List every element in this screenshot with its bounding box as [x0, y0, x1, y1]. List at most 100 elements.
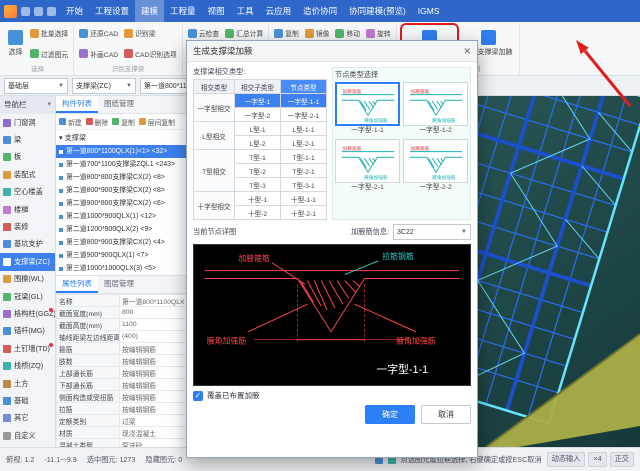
ribbon-button[interactable]: 还原CAD: [77, 23, 120, 44]
sidebar-nav-item[interactable]: 其它: [0, 410, 55, 427]
node-type-thumbnail[interactable]: 加腋箍筋 腋角加强筋 一字型-1-2: [403, 82, 468, 136]
close-icon[interactable]: ✕: [463, 47, 471, 56]
menubar-tab[interactable]: 工程量: [164, 0, 202, 22]
intersection-subtype-cell[interactable]: T型-3: [235, 178, 281, 192]
floor-selector[interactable]: 基础层 ▼: [4, 78, 68, 94]
intersection-subtype-cell[interactable]: L型-1: [235, 122, 281, 136]
intersection-node-cell[interactable]: T型-2-1: [281, 164, 327, 178]
panel-tab[interactable]: 图层管理: [98, 276, 140, 293]
intersection-node-cell[interactable]: L型-2-1: [281, 136, 327, 150]
intersection-subtype-cell[interactable]: 十型-1: [235, 192, 281, 206]
panel-tab[interactable]: 构件列表: [56, 96, 98, 113]
intersection-subtype-cell[interactable]: 一字型-2: [235, 108, 281, 122]
menubar-tab[interactable]: 视图: [202, 0, 231, 22]
property-value[interactable]: 过梁: [120, 415, 187, 427]
intersection-subtype-cell[interactable]: 十型-2: [235, 206, 281, 220]
component-list-item[interactable]: 第二道900*800支撑梁CX(2) <6>: [56, 197, 187, 210]
sidebar-nav-item[interactable]: 锚杆(MG): [0, 323, 55, 340]
intersection-node-cell[interactable]: 十型-1-1: [281, 192, 327, 206]
save-icon[interactable]: [21, 7, 30, 16]
menubar-tab[interactable]: IGMS: [412, 0, 446, 22]
component-tree-group[interactable]: ▾ 支撑梁: [56, 130, 187, 145]
component-list-item[interactable]: 第二道1000*900QLX(1) <12>: [56, 210, 187, 223]
property-value[interactable]: 按编辑钢筋: [120, 403, 187, 415]
menubar-tab[interactable]: 建模: [135, 0, 164, 22]
property-value[interactable]: 按编辑钢筋: [120, 367, 187, 379]
intersection-subtype-cell[interactable]: L型-2: [235, 136, 281, 150]
ribbon-button[interactable]: 批量选择: [28, 23, 70, 44]
property-value[interactable]: 泵送砼: [120, 439, 187, 448]
sidebar-nav-item[interactable]: 冠梁(GL): [0, 288, 55, 305]
panel-tab[interactable]: 属性列表: [56, 276, 98, 293]
menubar-tab[interactable]: 开始: [60, 0, 89, 22]
node-type-thumbnail[interactable]: 加腋箍筋 腋角加强筋 一字型-2-1: [335, 139, 400, 193]
sidebar-nav-item[interactable]: 空心楼盖: [0, 184, 55, 201]
property-value[interactable]: 按编辑钢筋: [120, 343, 187, 355]
component-list-item[interactable]: 第一道700*1100支撑梁ZQL1 <243>: [56, 158, 187, 171]
ribbon-button[interactable]: 补画CAD: [77, 44, 120, 65]
sidebar-nav-item[interactable]: 格构柱(GGZ): [0, 305, 55, 322]
property-value[interactable]: 按编辑钢筋: [120, 379, 187, 391]
component-list-item[interactable]: 第二道800*900支撑梁CX(2) <8>: [56, 184, 187, 197]
sidebar-nav-item[interactable]: 土钉墙(TD): [0, 340, 55, 357]
statusbar-toggle[interactable]: 动态输入: [547, 452, 586, 467]
dialog-titlebar[interactable]: 生成支撑梁加腋 ✕: [187, 41, 477, 62]
property-value[interactable]: (400): [120, 331, 187, 343]
sidebar-nav-item[interactable]: 门窗洞: [0, 114, 55, 131]
component-list-item[interactable]: 第一道800*800支撑梁CX(2) <8>: [56, 171, 187, 184]
component-action-button[interactable]: 删除: [86, 117, 109, 127]
statusbar-toggle[interactable]: ×4: [588, 452, 606, 467]
sidebar-nav-item[interactable]: 栈桥(ZQ): [0, 357, 55, 374]
sidebar-nav-item[interactable]: 梁: [0, 131, 55, 148]
category-selector[interactable]: 支撑梁(ZC) ▼: [72, 78, 136, 94]
sidebar-nav-item[interactable]: 围檩(WL): [0, 271, 55, 288]
intersection-subtype-cell[interactable]: T型-2: [235, 164, 281, 178]
overwrite-checkbox[interactable]: ✓: [193, 391, 203, 401]
sidebar-nav-item[interactable]: 装修: [0, 218, 55, 235]
intersection-node-cell[interactable]: T型-1-1: [281, 150, 327, 164]
intersection-node-cell[interactable]: L型-1-1: [281, 122, 327, 136]
node-type-thumbnail[interactable]: 加腋箍筋 腋角加强筋 一字型-2-2: [403, 139, 468, 193]
ribbon-button[interactable]: CAD识别选项: [122, 44, 179, 65]
component-list-item[interactable]: 第二道1200*900QLX(2) <9>: [56, 223, 187, 236]
menubar-tab[interactable]: 造价协同: [297, 0, 343, 22]
statusbar-toggle[interactable]: 正交: [610, 452, 634, 467]
sidebar-nav-item[interactable]: 土方: [0, 375, 55, 392]
sidebar-nav-item[interactable]: 装配式: [0, 166, 55, 183]
property-value[interactable]: 按编辑钢筋: [120, 391, 187, 403]
intersection-node-cell[interactable]: T型-3-1: [281, 178, 327, 192]
sidebar-nav-item[interactable]: 基坑支护: [0, 236, 55, 253]
haunch-rebar-select[interactable]: 3C22 ▼: [393, 224, 471, 240]
component-action-button[interactable]: 层间复制: [139, 117, 175, 127]
intersection-node-cell[interactable]: 一字型-2-1: [281, 108, 327, 122]
sidebar-nav-item[interactable]: 基础: [0, 392, 55, 409]
component-action-button[interactable]: 复制: [112, 117, 135, 127]
property-value[interactable]: 1100: [120, 319, 187, 331]
menubar-tab[interactable]: 工具: [231, 0, 260, 22]
menubar-tab[interactable]: 协同建模(预览): [343, 0, 412, 22]
sidebar-nav-item[interactable]: 板: [0, 149, 55, 166]
intersection-subtype-cell[interactable]: T型-1: [235, 150, 281, 164]
cancel-button[interactable]: 取消: [421, 405, 471, 424]
ribbon-button[interactable]: 过滤图元: [28, 44, 70, 65]
intersection-node-cell[interactable]: 一字型-1-1: [281, 94, 327, 108]
property-value[interactable]: 现浇混凝土: [120, 427, 187, 439]
menubar-tab[interactable]: 云应用: [260, 0, 298, 22]
property-value[interactable]: 第一道800*1100QLX: [120, 295, 187, 307]
intersection-type-row[interactable]: T型相交 T型-1 T型-1-1: [194, 150, 327, 164]
component-list-item[interactable]: 第三道900*900QLX(1) <7>: [56, 249, 187, 262]
intersection-node-cell[interactable]: 十型-2-1: [281, 206, 327, 220]
ok-button[interactable]: 确定: [365, 405, 415, 424]
undo-icon[interactable]: [34, 7, 43, 16]
menubar-tab[interactable]: 工程设置: [89, 0, 135, 22]
sidebar-nav-item[interactable]: 自定义: [0, 427, 55, 444]
intersection-type-row[interactable]: L型相交 L型-1 L型-1-1: [194, 122, 327, 136]
collapse-icon[interactable]: ▾: [47, 96, 51, 114]
component-list-item[interactable]: 第三道1000*1000QLX(3) <5>: [56, 262, 187, 275]
ribbon-button[interactable]: 选择: [5, 23, 26, 64]
sidebar-nav-item[interactable]: 楼梯: [0, 201, 55, 218]
ribbon-button[interactable]: 识别梁: [122, 23, 179, 44]
panel-tab[interactable]: 图纸管理: [98, 96, 140, 113]
property-value[interactable]: 按编辑钢筋: [120, 355, 187, 367]
header-node-type[interactable]: 节点类型: [281, 80, 327, 94]
